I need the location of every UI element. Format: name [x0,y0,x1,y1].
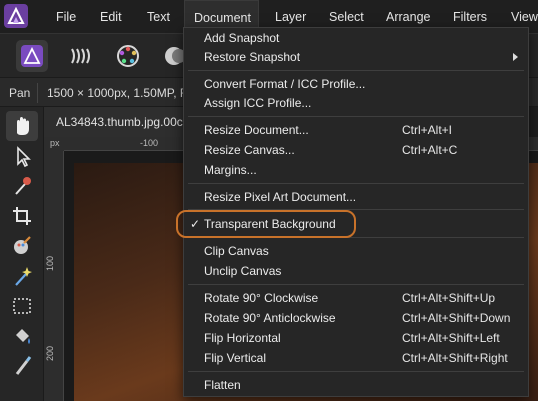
menu-separator [188,70,524,71]
menu-item-label: Margins... [204,163,257,177]
menu-item-label: Rotate 90° Clockwise [204,291,319,305]
menu-item-add-snapshot[interactable]: Add Snapshot [184,28,528,48]
menu-item-resize-pixel-art[interactable]: Resize Pixel Art Document... [184,187,528,207]
menu-item-label: Resize Canvas... [204,143,295,157]
ruler-tick-label: 100 [45,255,55,271]
marquee-icon[interactable] [6,291,38,321]
menu-item-restore-snapshot[interactable]: Restore Snapshot [184,47,528,67]
menu-separator [188,183,524,184]
color-picker-icon[interactable] [6,171,38,201]
menu-item-margins[interactable]: Margins... [184,160,528,180]
ruler-unit-label: px [50,138,60,148]
menu-item-flip-horizontal[interactable]: Flip Horizontal Ctrl+Alt+Shift+Left [184,328,528,348]
menu-item-clip-canvas[interactable]: Clip Canvas [184,241,528,261]
menu-item-shortcut: Ctrl+Alt+Shift+Left [402,331,500,345]
magic-wand-icon[interactable] [6,261,38,291]
menu-item-label: Resize Document... [204,123,309,137]
move-icon[interactable] [6,141,38,171]
menu-item-label: Resize Pixel Art Document... [204,190,357,204]
menu-item-label: Unclip Canvas [204,264,282,278]
ruler-corner: px [44,137,64,151]
menu-separator [188,371,524,372]
menu-item-label: Add Snapshot [204,31,280,45]
menu-item-label: Rotate 90° Anticlockwise [204,311,336,325]
menu-item-resize-document[interactable]: Resize Document... Ctrl+Alt+I [184,120,528,140]
vertical-ruler: 100 200 [44,151,64,401]
menu-item-label: Restore Snapshot [204,50,301,64]
menu-item-resize-canvas[interactable]: Resize Canvas... Ctrl+Alt+C [184,140,528,160]
menu-item-label: Assign ICC Profile... [204,96,312,110]
menu-item-unclip-canvas[interactable]: Unclip Canvas [184,261,528,281]
menu-item-shortcut: Ctrl+Alt+Shift+Down [402,311,511,325]
menu-text[interactable]: Text [147,0,170,33]
menu-item-label: Convert Format / ICC Profile... [204,77,366,91]
highlight-annotation [176,210,356,238]
flood-fill-icon[interactable] [6,321,38,351]
paint-mixer-icon[interactable] [6,231,38,261]
document-tab[interactable]: AL34843.thumb.jpg.00c879 [44,107,184,137]
submenu-arrow-icon [513,53,518,61]
tools-panel [0,107,44,401]
current-tool-label: Pan [9,86,31,100]
menu-item-flatten[interactable]: Flatten [184,375,528,395]
liquify-persona-icon[interactable] [64,40,96,72]
menu-item-assign-icc-profile[interactable]: Assign ICC Profile... [184,93,528,113]
ruler-tick-label: -100 [140,138,159,148]
menu-item-convert-format[interactable]: Convert Format / ICC Profile... [184,74,528,94]
menu-file[interactable]: File [56,0,76,33]
menu-item-label: Flatten [204,378,241,392]
menu-item-rotate-anticlockwise[interactable]: Rotate 90° Anticlockwise Ctrl+Alt+Shift+… [184,308,528,328]
menu-item-label: Clip Canvas [204,244,269,258]
menu-item-flip-vertical[interactable]: Flip Vertical Ctrl+Alt+Shift+Right [184,348,528,368]
menu-item-label: Flip Vertical [204,351,267,365]
crop-icon[interactable] [6,201,38,231]
menu-edit[interactable]: Edit [100,0,122,33]
menu-item-shortcut: Ctrl+Alt+Shift+Right [402,351,508,365]
menu-item-shortcut: Ctrl+Alt+Shift+Up [402,291,496,305]
hand-icon[interactable] [6,111,38,141]
affinity-photo-logo-icon[interactable] [4,4,28,28]
menu-item-label: Flip Horizontal [204,331,281,345]
menu-separator [188,116,524,117]
menu-item-shortcut: Ctrl+Alt+C [402,143,458,157]
photo-persona-icon[interactable] [16,40,48,72]
brush-icon[interactable] [6,351,38,381]
menu-separator [188,284,524,285]
menu-item-rotate-clockwise[interactable]: Rotate 90° Clockwise Ctrl+Alt+Shift+Up [184,288,528,308]
document-info: 1500 × 1000px, 1.50MP, R [47,86,189,100]
document-tab-title: AL34843.thumb.jpg.00c879 [56,115,184,129]
menu-item-shortcut: Ctrl+Alt+I [402,123,453,137]
ruler-tick-label: 200 [45,345,55,361]
context-divider [37,83,38,103]
develop-persona-icon[interactable] [112,40,144,72]
